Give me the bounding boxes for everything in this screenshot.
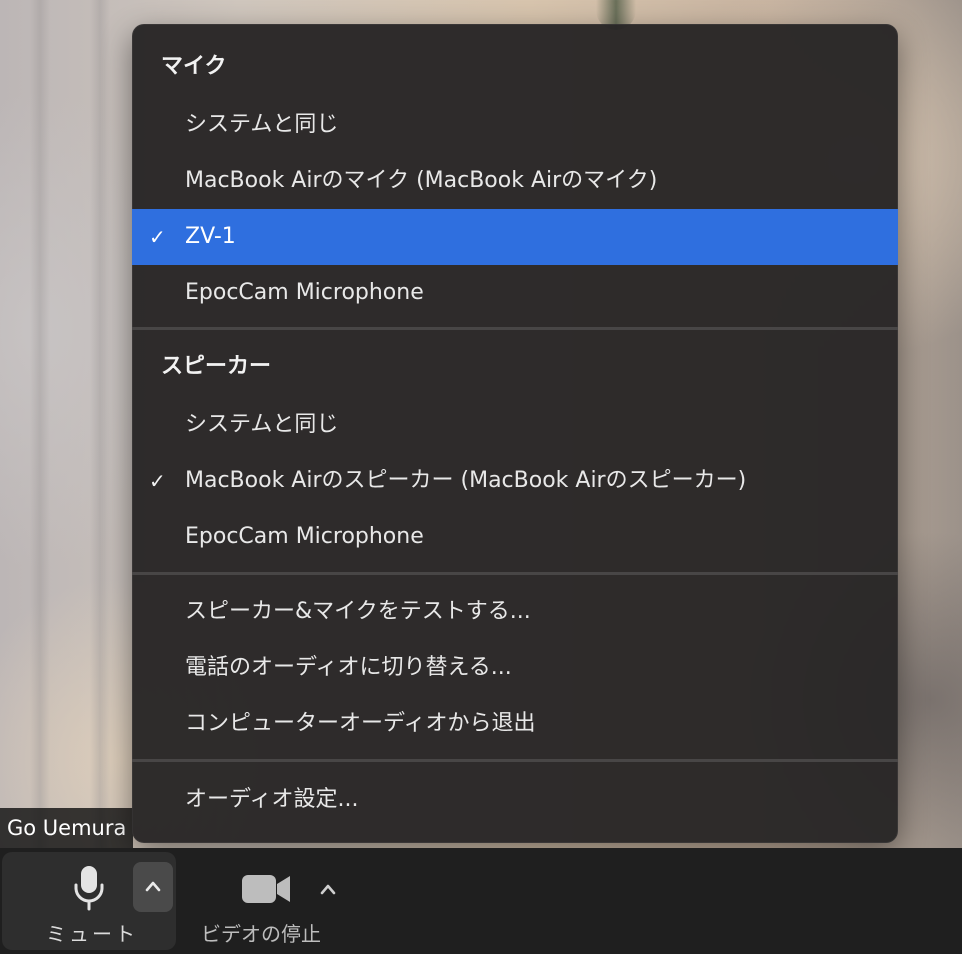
menu-item-label: コンピューターオーディオから退出 — [185, 711, 536, 736]
menu-item-mic-macbook[interactable]: MacBook Airのマイク (MacBook Airのマイク) — [132, 153, 898, 209]
menu-separator — [132, 327, 898, 330]
menu-item-label: 電話のオーディオに切り替える... — [185, 655, 512, 680]
menu-separator — [132, 759, 898, 762]
menu-item-label: スピーカー&マイクをテストする... — [185, 599, 531, 624]
menu-item-label: EpocCam Microphone — [185, 524, 424, 549]
checkmark-icon: ✓ — [149, 225, 166, 249]
menu-item-test-audio[interactable]: スピーカー&マイクをテストする... — [132, 584, 898, 640]
mute-button[interactable]: ミュート — [2, 852, 176, 950]
menu-item-speaker-system[interactable]: システムと同じ — [132, 397, 898, 453]
menu-separator — [132, 572, 898, 575]
stop-video-label: ビデオの停止 — [201, 922, 321, 946]
chevron-up-icon — [145, 881, 161, 892]
menu-item-speaker-macbook[interactable]: ✓ MacBook Airのスピーカー (MacBook Airのスピーカー) — [132, 453, 898, 509]
menu-item-label: MacBook Airのマイク (MacBook Airのマイク) — [185, 168, 658, 193]
audio-device-menu: マイク システムと同じ MacBook Airのマイク (MacBook Air… — [132, 24, 898, 843]
menu-item-switch-to-phone[interactable]: 電話のオーディオに切り替える... — [132, 640, 898, 696]
menu-item-speaker-epoccam[interactable]: EpocCam Microphone — [132, 509, 898, 565]
video-camera-icon — [242, 875, 290, 903]
mic-section-header: マイク — [161, 54, 227, 79]
speaker-section-header: スピーカー — [161, 354, 272, 379]
menu-item-label: MacBook Airのスピーカー (MacBook Airのスピーカー) — [185, 468, 747, 493]
checkmark-icon: ✓ — [149, 469, 166, 493]
chevron-up-icon[interactable] — [320, 883, 336, 895]
menu-item-mic-zv1[interactable]: ✓ ZV-1 — [132, 209, 898, 265]
menu-item-leave-computer-audio[interactable]: コンピューターオーディオから退出 — [132, 696, 898, 752]
menu-item-label: システムと同じ — [185, 412, 339, 437]
menu-item-mic-system[interactable]: システムと同じ — [132, 97, 898, 153]
participant-name-tag: Go Uemura — [0, 808, 134, 848]
meeting-toolbar: ミュート ビデオの停止 — [0, 848, 962, 954]
mute-button-label: ミュート — [46, 922, 138, 946]
menu-item-label: EpocCam Microphone — [185, 280, 424, 305]
stop-video-button[interactable]: ビデオの停止 — [196, 852, 346, 950]
menu-item-label: システムと同じ — [185, 112, 339, 137]
menu-item-mic-epoccam[interactable]: EpocCam Microphone — [132, 265, 898, 321]
menu-item-label: オーディオ設定... — [185, 787, 359, 812]
menu-item-audio-settings[interactable]: オーディオ設定... — [132, 772, 898, 828]
microphone-icon — [74, 866, 104, 911]
curtain-fold — [30, 0, 50, 848]
menu-item-label: ZV-1 — [185, 224, 236, 249]
audio-options-button[interactable] — [133, 862, 173, 912]
curtain-fold — [90, 0, 110, 848]
